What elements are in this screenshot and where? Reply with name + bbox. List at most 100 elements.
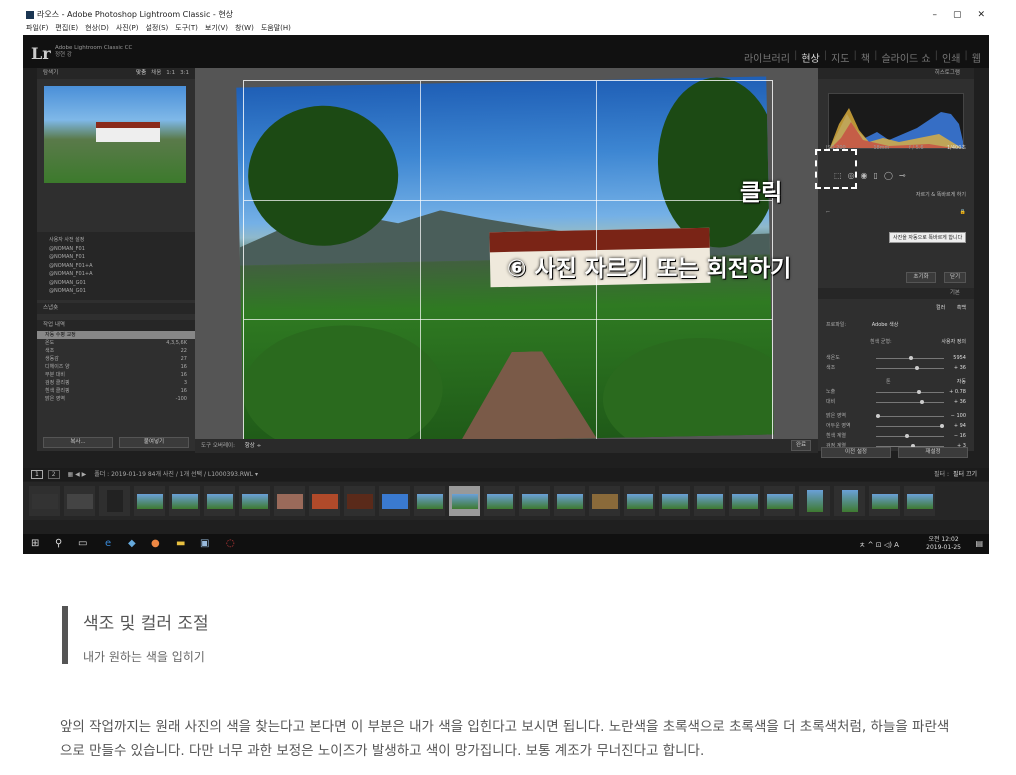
clock[interactable]: 오전 12:02 2019-01-25 (926, 536, 961, 552)
filmstrip-thumb[interactable] (204, 486, 235, 516)
filmstrip-thumb[interactable] (379, 486, 410, 516)
history-item[interactable]: 온도 4,3,5,6K (37, 339, 195, 347)
histogram[interactable] (828, 93, 964, 149)
history-item[interactable]: 검정 클리핑 3 (37, 379, 195, 387)
chrome-icon[interactable]: ● (151, 538, 160, 549)
back-arrow-icon[interactable]: ◀ (75, 471, 80, 478)
history-item[interactable]: 디헤이즈 양 16 (37, 363, 195, 371)
copy-button[interactable]: 복사... (43, 437, 113, 448)
shadows-value[interactable]: + 94 (954, 422, 966, 430)
edge-icon[interactable]: e (105, 538, 111, 549)
filter-select[interactable]: 필터 끄기 (953, 468, 981, 481)
menu-window[interactable]: 창(W) (235, 22, 254, 35)
module-slideshow[interactable]: 슬라이드 쇼 (881, 50, 930, 65)
preset-item[interactable]: @NOMAN_F01+A (37, 270, 195, 279)
filmstrip-thumb[interactable] (799, 486, 830, 516)
history-item[interactable]: 밝은 영역 -100 (37, 395, 195, 403)
filmstrip-thumb-selected[interactable] (449, 486, 480, 516)
view-2-button[interactable]: 2 (47, 470, 60, 479)
nav-1to1[interactable]: 1:1 (166, 68, 175, 79)
menu-settings[interactable]: 설정(S) (145, 22, 168, 35)
filmstrip-thumb[interactable] (29, 486, 60, 516)
filmstrip-thumb[interactable] (64, 486, 95, 516)
redeye-icon[interactable]: ◉ (861, 171, 868, 180)
grid-view-icon[interactable]: ▦ (68, 471, 74, 478)
reset-settings-button[interactable]: 재설정 (898, 447, 968, 458)
treatment-bw[interactable]: 흑백 (957, 304, 966, 312)
explorer-icon[interactable]: ▬ (176, 538, 185, 549)
search-icon[interactable]: ⚲ (55, 538, 62, 549)
forward-arrow-icon[interactable]: ▶ (82, 471, 87, 478)
history-item[interactable]: 자동 수평 교정 (37, 330, 195, 339)
navigator-header[interactable]: 탐색기 맞춤 채움 1:1 3:1 (37, 68, 195, 79)
preset-item[interactable]: @NOMAN_F01+A (37, 262, 195, 271)
start-icon[interactable]: ⊞ (31, 538, 39, 549)
maximize-button[interactable]: ▢ (953, 8, 962, 22)
menu-help[interactable]: 도움말(H) (261, 22, 291, 35)
view-1-button[interactable]: 1 (31, 470, 43, 479)
filmstrip-thumb[interactable] (309, 486, 340, 516)
temp-value[interactable]: 5954 (953, 354, 966, 362)
filmstrip-thumb[interactable] (134, 486, 165, 516)
nav-fit[interactable]: 맞춤 (136, 68, 146, 79)
preset-item[interactable]: @NOMAN_F01 (37, 245, 195, 254)
exposure-value[interactable]: + 0.78 (949, 388, 966, 396)
snapshots-header[interactable]: 스냅숏 (37, 302, 195, 314)
history-item[interactable]: 색조 22 (37, 347, 195, 355)
filmstrip-thumb[interactable] (519, 486, 550, 516)
menu-view[interactable]: 보기(V) (205, 22, 228, 35)
preset-item[interactable]: @NOMAN_F01 (37, 253, 195, 262)
filmstrip-thumb[interactable] (169, 486, 200, 516)
filmstrip-thumb[interactable] (764, 486, 795, 516)
history-header[interactable]: 작업 내역 (37, 319, 195, 331)
filmstrip-thumb[interactable] (729, 486, 760, 516)
filmstrip-thumb[interactable] (239, 486, 270, 516)
profile-select[interactable]: Adobe 색상 (872, 322, 899, 328)
filmstrip-thumb[interactable] (834, 486, 865, 516)
tone-auto-button[interactable]: 자동 (957, 378, 966, 386)
basic-header[interactable]: 기본 (818, 288, 974, 299)
histogram-header[interactable]: 히스토그램 (818, 68, 974, 79)
filmstrip-thumb[interactable] (274, 486, 305, 516)
filmstrip-thumb[interactable] (904, 486, 935, 516)
menu-photo[interactable]: 사진(P) (116, 22, 139, 35)
filmstrip-thumb[interactable] (484, 486, 515, 516)
reset-crop-button[interactable]: 초기화 (906, 272, 936, 283)
module-map[interactable]: 지도 (831, 50, 849, 65)
preset-item[interactable]: @NOMAN_G01 (37, 287, 195, 296)
close-button[interactable]: ✕ (977, 8, 985, 22)
notification-icon[interactable]: ▤ (975, 539, 983, 548)
minimize-button[interactable]: – (932, 8, 937, 22)
preset-item[interactable]: @NOMAN_G01 (37, 279, 195, 288)
brush-icon[interactable]: ⊸ (899, 171, 906, 180)
preset-folder[interactable]: 사용자 사전 설정 (37, 236, 195, 245)
lock-icon[interactable]: 🔒 (960, 208, 966, 216)
app-icon[interactable]: ◆ (128, 538, 136, 549)
menu-file[interactable]: 파일(F) (26, 22, 48, 35)
filmstrip-thumb[interactable] (344, 486, 375, 516)
menu-edit[interactable]: 편집(E) (55, 22, 78, 35)
graduated-filter-icon[interactable]: ▯ (874, 171, 878, 180)
nav-3to1[interactable]: 3:1 (180, 68, 189, 79)
straighten-icon[interactable]: ⌐ (826, 209, 830, 215)
navigator-preview[interactable] (44, 86, 186, 183)
module-print[interactable]: 인쇄 (942, 50, 960, 65)
previous-settings-button[interactable]: 이전 설정 (821, 447, 891, 458)
task-view-icon[interactable]: ▭ (78, 538, 87, 549)
lightroom-taskbar-icon[interactable]: ▣ (200, 538, 209, 549)
filmstrip-thumb[interactable] (554, 486, 585, 516)
filmstrip-thumb[interactable] (659, 486, 690, 516)
done-button[interactable]: 완료 (791, 440, 811, 451)
paste-button[interactable]: 붙여넣기 (119, 437, 189, 448)
menu-tools[interactable]: 도구(T) (175, 22, 198, 35)
filmstrip-thumb[interactable] (869, 486, 900, 516)
history-item[interactable]: 흰색 클리핑 16 (37, 387, 195, 395)
filmstrip-thumb[interactable] (694, 486, 725, 516)
highlights-value[interactable]: − 100 (951, 412, 966, 420)
transform-header[interactable]: 자르기 & 똑바르게 하기 (826, 191, 966, 199)
whites-value[interactable]: − 16 (954, 432, 966, 440)
history-item[interactable]: 부분 대비 16 (37, 371, 195, 379)
module-library[interactable]: 라이브러리 (744, 50, 790, 65)
tray-icons[interactable]: ㅊ ^ ⊡ ◁) A (859, 540, 899, 550)
filmstrip-thumb[interactable] (624, 486, 655, 516)
